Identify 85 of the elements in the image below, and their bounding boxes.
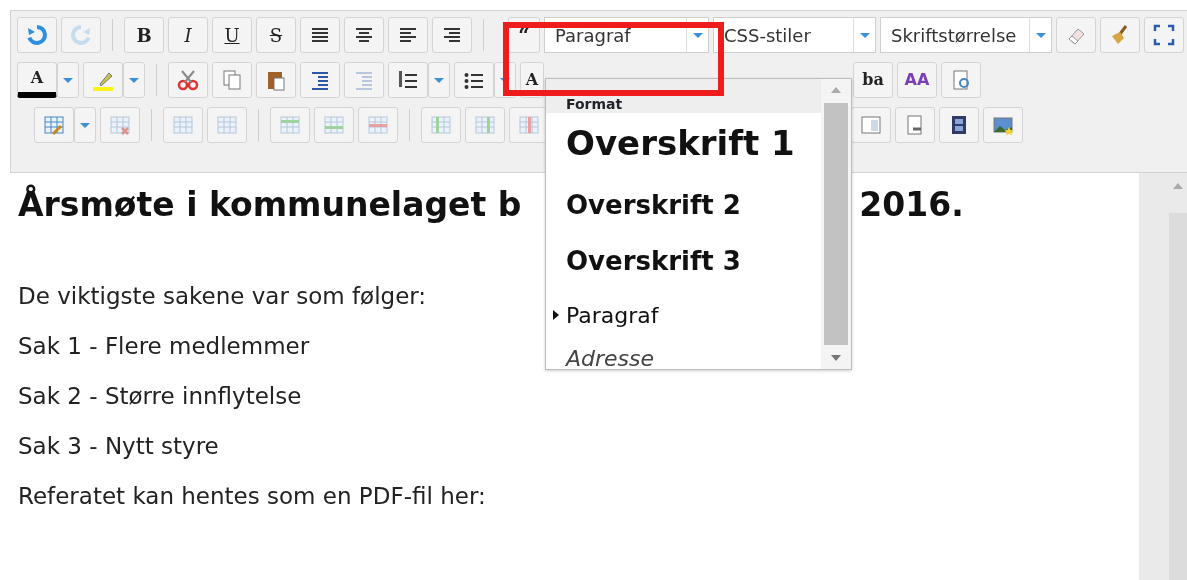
video-button[interactable] — [939, 107, 979, 143]
paragraph-text: Sak 2 - Større innflytelse — [18, 381, 302, 411]
strikethrough-button[interactable]: S — [256, 17, 296, 53]
numbered-list-button[interactable] — [388, 62, 428, 98]
table-row-icon — [323, 114, 345, 136]
scrollbar[interactable] — [1139, 173, 1187, 580]
delete-row-button[interactable] — [358, 107, 398, 143]
font-size-select[interactable]: Skriftstørrelse — [880, 17, 1052, 53]
selected-marker-icon — [553, 310, 559, 320]
heading-text: Årsmøte i kommunelaget b — [18, 185, 522, 225]
scroll-up-icon[interactable] — [829, 85, 843, 95]
image-icon — [992, 114, 1014, 136]
bullet-list-button[interactable] — [454, 62, 494, 98]
paste-button[interactable] — [256, 62, 296, 98]
window-icon — [860, 114, 882, 136]
text-color-menu-button[interactable] — [57, 62, 79, 98]
paragraph-text: Sak 1 - Flere medlemmer — [18, 331, 310, 361]
table-row-icon — [367, 114, 389, 136]
redo-button[interactable] — [61, 17, 101, 53]
maximize-icon — [1153, 24, 1175, 46]
menu-scrollbar[interactable] — [821, 79, 851, 369]
copy-icon — [221, 69, 243, 91]
split-cell-button[interactable] — [207, 107, 247, 143]
table-button[interactable] — [34, 107, 74, 143]
paragraph-text: De viktigste sakene var som følger: — [18, 281, 427, 311]
outdent-icon — [353, 69, 375, 91]
menu-item[interactable]: Overskrift 3 — [546, 239, 821, 285]
table-delete-icon — [109, 114, 131, 136]
highlight-button[interactable] — [83, 62, 123, 98]
numbered-list-icon — [397, 69, 419, 91]
justify-button[interactable] — [300, 17, 340, 53]
delete-table-button[interactable] — [100, 107, 140, 143]
menu-item[interactable]: Overskrift 1 — [546, 113, 821, 173]
scissors-icon — [177, 69, 199, 91]
paragraph-text: Sak 3 - Nytt styre — [18, 431, 219, 461]
align-right-button[interactable] — [432, 17, 472, 53]
caret-icon — [127, 75, 141, 85]
align-center-button[interactable] — [344, 17, 384, 53]
table-column-icon — [474, 114, 496, 136]
styles-select[interactable]: CSS-stiler — [713, 17, 876, 53]
highlight-menu-button[interactable] — [123, 62, 145, 98]
cut-button[interactable] — [168, 62, 208, 98]
maximize-button[interactable] — [1144, 17, 1184, 53]
copy-button[interactable] — [212, 62, 252, 98]
table-menu-button[interactable] — [74, 107, 96, 143]
redo-icon — [70, 24, 92, 46]
italic-button[interactable]: I — [168, 17, 208, 53]
underline-button[interactable]: U — [212, 17, 252, 53]
align-left-button[interactable] — [388, 17, 428, 53]
scrollbar-thumb[interactable] — [824, 103, 848, 345]
table-row-icon — [279, 114, 301, 136]
menu-item[interactable]: Overskrift 2 — [546, 181, 821, 231]
merge-cells-button[interactable] — [163, 107, 203, 143]
indent-icon — [309, 69, 331, 91]
subscript-button[interactable]: ba — [853, 62, 893, 98]
document-search-icon — [950, 69, 972, 91]
menu-item[interactable]: Adresse — [546, 337, 821, 369]
font-size-button[interactable]: AA — [897, 62, 937, 98]
undo-button[interactable] — [17, 17, 57, 53]
text-color-button[interactable]: A — [17, 62, 57, 98]
table-properties-button[interactable] — [851, 107, 891, 143]
table-edit-icon — [43, 114, 65, 136]
insert-row-after-button[interactable] — [314, 107, 354, 143]
bold-button[interactable]: B — [124, 17, 164, 53]
paragraph-text: Referatet kan hentes som en PDF-fil her: — [18, 481, 486, 511]
menu-title: Format — [566, 96, 623, 112]
heading-text: 2016. — [859, 185, 964, 225]
clipboard-icon — [265, 69, 287, 91]
undo-icon — [26, 24, 48, 46]
table-column-icon — [430, 114, 452, 136]
table-column-icon — [518, 114, 540, 136]
insert-row-before-button[interactable] — [270, 107, 310, 143]
insert-column-after-button[interactable] — [465, 107, 505, 143]
preview-button[interactable] — [941, 62, 981, 98]
caret-icon — [61, 75, 75, 85]
table-icon — [172, 114, 194, 136]
insert-column-before-button[interactable] — [421, 107, 461, 143]
indent-button[interactable] — [300, 62, 340, 98]
caret-icon — [78, 120, 92, 130]
scroll-down-icon[interactable] — [829, 353, 843, 363]
table-icon — [216, 114, 238, 136]
menu-item[interactable]: Paragraf — [546, 293, 821, 337]
image-button[interactable] — [983, 107, 1023, 143]
eraser-button[interactable] — [1056, 17, 1096, 53]
caret-icon — [432, 75, 446, 85]
